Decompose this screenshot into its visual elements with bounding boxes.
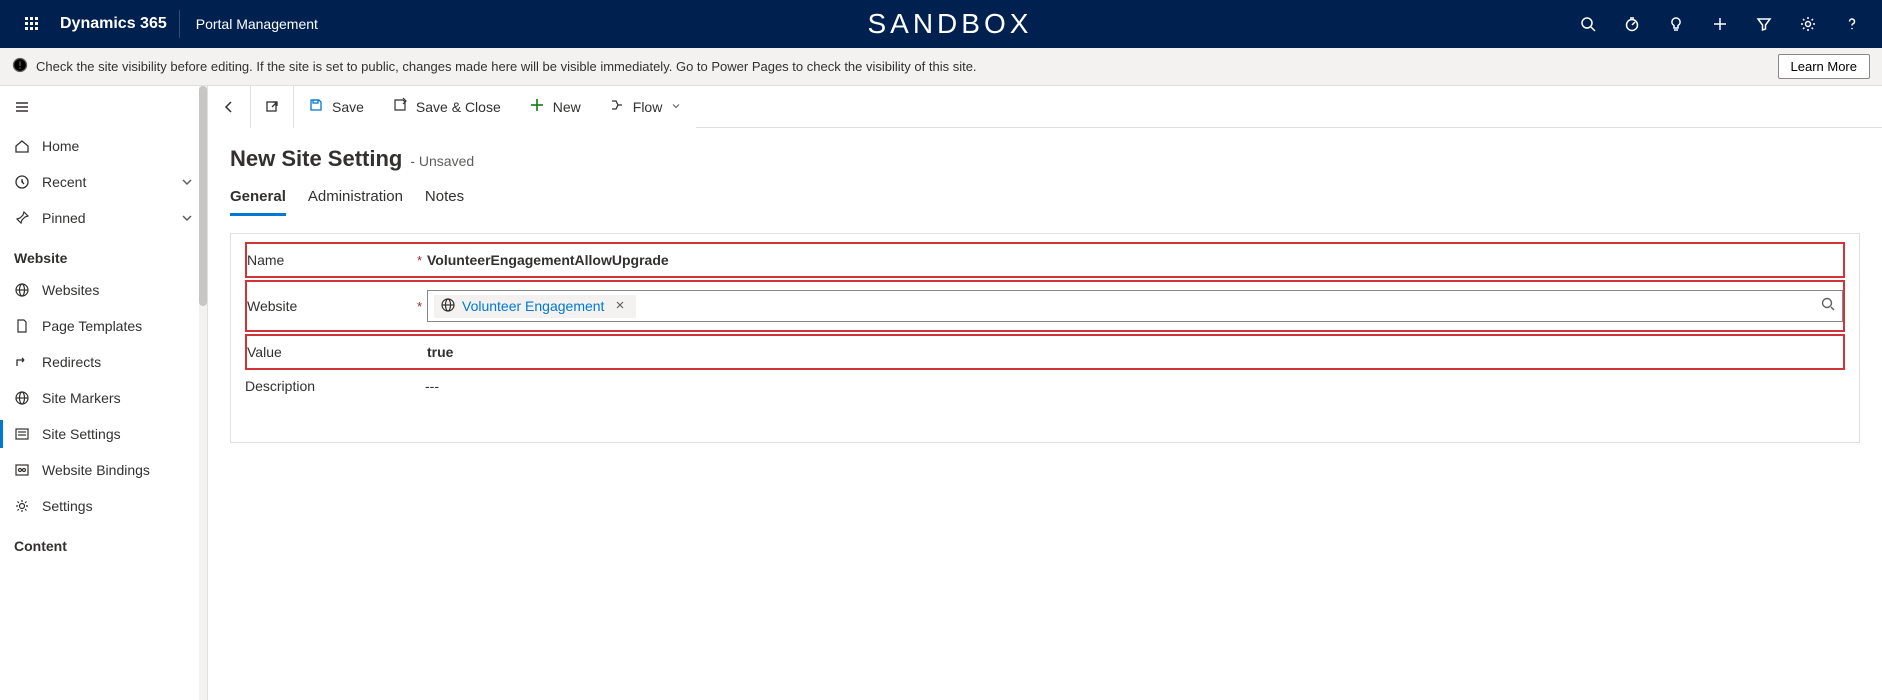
sidebar-item-page-templates[interactable]: Page Templates [0,308,207,344]
sidebar-item-label: Page Templates [42,318,142,334]
sidebar-scrollbar[interactable] [199,86,207,700]
lookup-search-icon[interactable] [1820,296,1836,317]
sidebar-item-label: Site Settings [42,426,121,442]
page-icon [14,318,42,334]
sidebar-item-label: Settings [42,498,93,514]
open-in-new-button[interactable] [251,86,293,128]
field-row-website: Website * Volunteer Engagement [247,282,1843,330]
globe-icon [440,297,456,316]
search-icon[interactable] [1566,0,1610,48]
help-icon[interactable] [1830,0,1874,48]
new-button[interactable]: New [515,86,595,128]
chevron-down-icon [179,210,195,229]
gear-icon[interactable] [1786,0,1830,48]
clock-icon [14,174,42,190]
page-subtitle: - Unsaved [410,153,474,169]
sidebar-item-recent[interactable]: Recent [0,164,207,200]
lookup-chip[interactable]: Volunteer Engagement [434,295,636,318]
notification-text: Check the site visibility before editing… [36,59,977,74]
field-label: Name [247,252,284,268]
flow-label: Flow [633,99,663,115]
flow-icon [609,97,625,116]
settings-list-icon [14,426,42,442]
add-icon[interactable] [1698,0,1742,48]
description-input[interactable]: --- [425,378,1845,394]
home-icon [14,138,42,154]
tab-administration[interactable]: Administration [308,182,403,216]
pin-icon [14,210,42,226]
task-timer-icon[interactable] [1610,0,1654,48]
app-name-label[interactable]: Portal Management [180,16,334,32]
form-body: Name * VolunteerEngagementAllowUpgrade W… [230,233,1860,443]
globe-icon [14,282,42,298]
tab-notes[interactable]: Notes [425,182,464,216]
field-label: Website [247,298,297,314]
save-close-icon [392,97,408,116]
brand-label[interactable]: Dynamics 365 [56,10,180,38]
name-input[interactable]: VolunteerEngagementAllowUpgrade [427,252,787,268]
lookup-value: Volunteer Engagement [462,298,604,314]
sidebar-item-label: Site Markers [42,390,121,406]
save-close-button[interactable]: Save & Close [378,86,515,128]
sidebar-item-label: Websites [42,282,99,298]
notification-bar: Check the site visibility before editing… [0,48,1882,86]
globe-icon [14,390,42,406]
binding-icon [14,462,42,478]
sidebar-item-home[interactable]: Home [0,128,207,164]
scrollbar-thumb[interactable] [199,86,207,306]
sidebar-item-label: Website Bindings [42,462,150,478]
save-close-label: Save & Close [416,99,501,115]
app-launcher-button[interactable] [8,16,56,32]
command-bar: Save Save & Close New Flow [208,86,1882,128]
sidebar-item-websites[interactable]: Websites [0,272,207,308]
gear-icon [14,498,42,514]
required-indicator: * [417,299,427,314]
save-button[interactable]: Save [294,86,378,128]
field-label: Description [245,378,315,394]
lightbulb-icon[interactable] [1654,0,1698,48]
value-input[interactable]: true [427,344,1843,360]
sidebar-section-content: Content [0,524,207,560]
flow-button[interactable]: Flow [595,86,697,128]
filter-icon[interactable] [1742,0,1786,48]
redirect-icon [14,354,42,370]
learn-more-button[interactable]: Learn More [1778,54,1870,79]
sidebar-item-redirects[interactable]: Redirects [0,344,207,380]
sidebar-toggle-button[interactable] [0,86,207,128]
sidebar-section-website: Website [0,236,207,272]
remove-chip-icon[interactable] [610,298,630,314]
sidebar-item-website-bindings[interactable]: Website Bindings [0,452,207,488]
sidebar-item-pinned[interactable]: Pinned [0,200,207,236]
website-lookup[interactable]: Volunteer Engagement [427,290,1843,322]
chevron-down-icon [179,174,195,193]
save-label: Save [332,99,364,115]
save-icon [308,97,324,116]
sidebar-item-site-settings[interactable]: Site Settings [0,416,207,452]
content-area: Save Save & Close New Flow [208,86,1882,700]
tab-general[interactable]: General [230,182,286,216]
field-row-value: Value true [247,336,1843,368]
new-label: New [553,99,581,115]
plus-icon [529,97,545,116]
info-icon [12,57,28,76]
global-header: Dynamics 365 Portal Management SANDBOX [0,0,1882,48]
environment-badge: SANDBOX [867,8,1032,40]
chevron-down-icon [670,99,682,115]
field-row-description: Description --- [245,370,1845,402]
sidebar-item-label: Redirects [42,354,101,370]
sidebar-item-label: Home [42,138,79,154]
back-button[interactable] [208,86,250,128]
form-tabs: General Administration Notes [230,182,1860,217]
sidebar-item-label: Pinned [42,210,86,226]
field-label: Value [247,344,282,360]
page-title: New Site Setting [230,146,402,172]
sidebar: Home Recent Pinned Website [0,86,208,700]
sidebar-item-label: Recent [42,174,86,190]
sidebar-item-settings[interactable]: Settings [0,488,207,524]
required-indicator: * [417,253,427,268]
field-row-name: Name * VolunteerEngagementAllowUpgrade [247,244,1843,276]
sidebar-item-site-markers[interactable]: Site Markers [0,380,207,416]
